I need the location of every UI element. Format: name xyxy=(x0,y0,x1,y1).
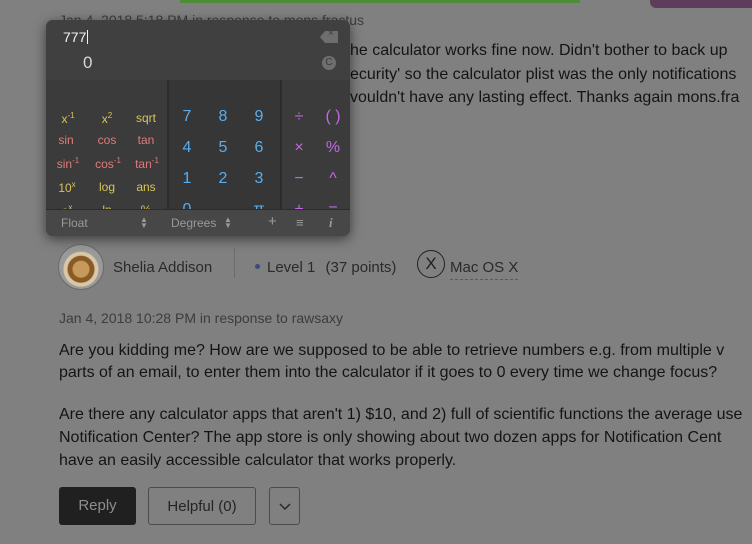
key-9[interactable]: 9 xyxy=(241,108,277,126)
reply-button[interactable]: Reply xyxy=(59,487,136,525)
key-divide[interactable]: ÷ xyxy=(282,108,316,126)
key-7[interactable]: 7 xyxy=(169,108,205,126)
accent-bar xyxy=(180,0,580,3)
list-icon[interactable]: ≡ xyxy=(296,215,304,230)
angle-stepper-icon[interactable]: ▲ ▼ xyxy=(224,216,232,230)
level-dot-icon xyxy=(255,264,260,269)
expression-text: 777 xyxy=(63,29,87,45)
post-body-line: Notification Center? The app store is on… xyxy=(59,429,722,446)
clear-input-button[interactable]: × xyxy=(320,31,338,43)
key-6[interactable]: 6 xyxy=(241,139,277,157)
clear-icon: × xyxy=(328,28,334,39)
post-body-line: Are you kidding me? How are we supposed … xyxy=(59,342,725,359)
key-ans[interactable]: ans xyxy=(126,180,166,194)
helpful-button[interactable]: Helpful (0) xyxy=(148,487,256,525)
author-profile: Shelia Addison Level 1 (37 points) X Mac… xyxy=(58,244,752,290)
more-options-button[interactable] xyxy=(269,487,300,525)
info-icon[interactable]: i xyxy=(329,215,333,231)
key-power[interactable]: ^ xyxy=(316,170,350,188)
os-label[interactable]: Mac OS X xyxy=(450,259,519,280)
key-asin[interactable]: sin-1 xyxy=(48,156,88,171)
post-body-line: parts of an email, to enter them into th… xyxy=(59,364,718,381)
number-keypad: 7 8 9 4 5 6 1 2 3 0 . π xyxy=(169,80,280,218)
chevron-down-icon xyxy=(279,503,291,511)
key-sqrt[interactable]: sqrt xyxy=(126,111,166,125)
key-percent[interactable]: % xyxy=(316,139,350,157)
author-name[interactable]: Shelia Addison xyxy=(113,259,212,276)
author-level: Level 1 (37 points) xyxy=(267,259,396,276)
key-reciprocal[interactable]: x-1 xyxy=(48,111,88,126)
divider xyxy=(234,248,235,278)
key-5[interactable]: 5 xyxy=(205,139,241,157)
key-8[interactable]: 8 xyxy=(205,108,241,126)
previous-post-line: he calculator works fine now. Didn't bot… xyxy=(350,42,728,59)
key-sin[interactable]: sin xyxy=(46,133,86,147)
key-tan[interactable]: tan xyxy=(126,133,166,147)
number-format-select[interactable]: Float xyxy=(61,216,88,230)
avatar[interactable] xyxy=(58,244,104,290)
previous-post-line: vouldn't have any lasting effect. Thanks… xyxy=(350,89,740,106)
key-log[interactable]: log xyxy=(87,180,127,194)
key-subtract[interactable]: − xyxy=(282,170,316,188)
key-atan[interactable]: tan-1 xyxy=(127,156,167,171)
level-label: Level 1 xyxy=(267,259,316,276)
reply-meta[interactable]: Jan 4, 2018 10:28 PM in response to raws… xyxy=(59,310,343,326)
text-caret xyxy=(87,30,89,44)
format-stepper-icon[interactable]: ▲ ▼ xyxy=(140,216,148,230)
key-ten-power[interactable]: 10x xyxy=(47,180,87,195)
calculator-footer: Float ▲ ▼ Degrees ▲ ▼ + ≡ i xyxy=(46,209,350,236)
previous-post-line: ecurity' so the calculator plist was the… xyxy=(350,66,737,83)
window-tab xyxy=(650,0,752,8)
key-square[interactable]: x2 xyxy=(87,111,127,126)
key-acos[interactable]: cos-1 xyxy=(88,156,128,171)
key-parentheses[interactable]: ( ) xyxy=(316,108,350,126)
key-cos[interactable]: cos xyxy=(87,133,127,147)
calculator-widget: 777 0 × C x-1 x2 sqrt sin cos tan sin-1 … xyxy=(46,20,350,236)
keypad: x-1 x2 sqrt sin cos tan sin-1 cos-1 tan-… xyxy=(46,80,350,218)
angle-unit-select[interactable]: Degrees xyxy=(171,216,216,230)
post-body-line: Are there any calculator apps that aren'… xyxy=(59,406,743,423)
scientific-keypad: x-1 x2 sqrt sin cos tan sin-1 cos-1 tan-… xyxy=(46,80,167,218)
add-icon[interactable]: + xyxy=(268,213,277,230)
points-label: (37 points) xyxy=(325,259,397,276)
key-2[interactable]: 2 xyxy=(205,170,241,188)
key-4[interactable]: 4 xyxy=(169,139,205,157)
result-value: 0 xyxy=(83,53,93,72)
mac-os-x-icon: X xyxy=(417,250,445,278)
key-multiply[interactable]: × xyxy=(282,139,316,157)
key-3[interactable]: 3 xyxy=(241,170,277,188)
expression-input[interactable]: 777 xyxy=(63,29,89,45)
post-body-line: have an easily accessible calculator tha… xyxy=(59,452,457,469)
key-1[interactable]: 1 xyxy=(169,170,205,188)
operator-keypad: ÷ ( ) × % − ^ + = xyxy=(282,80,350,218)
calculator-display: 777 0 × C xyxy=(46,20,350,80)
copy-result-button[interactable]: C xyxy=(322,56,336,70)
